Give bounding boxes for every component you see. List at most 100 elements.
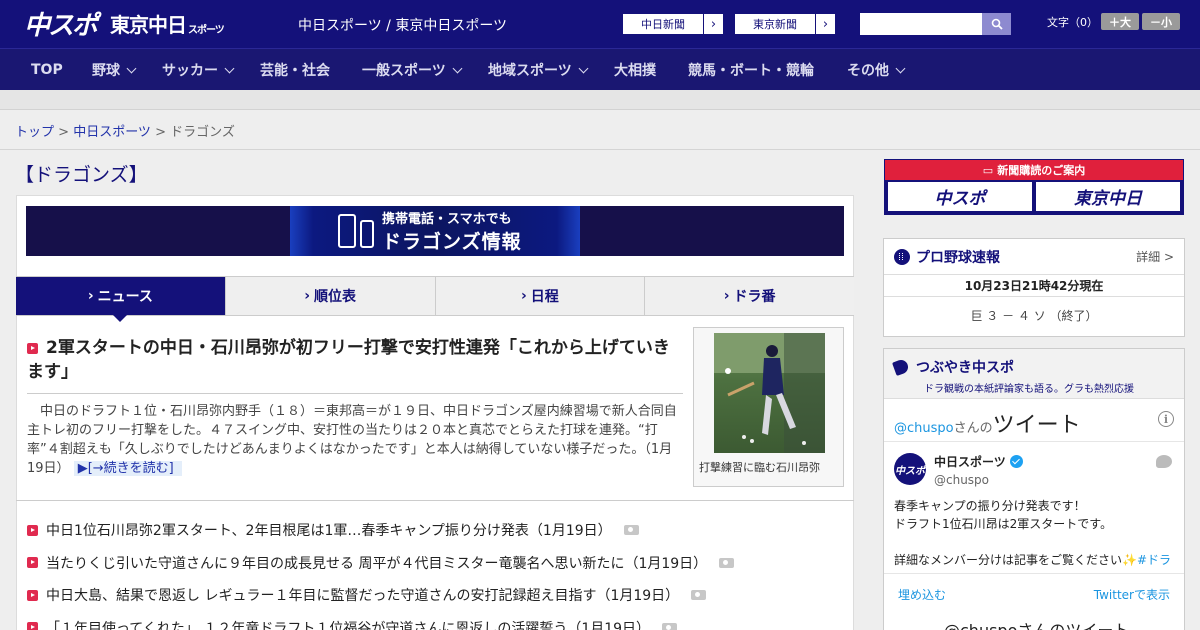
main-nav: TOP 野球 サッカー 芸能・社会 一般スポーツ 地域スポーツ 大相撲 競馬・ボ… bbox=[0, 48, 1200, 90]
tab-schedule[interactable]: › 日程 bbox=[435, 277, 646, 315]
chunichi-shimbun-button[interactable]: 中日新聞 › bbox=[622, 13, 724, 35]
news-headline: 中日大島、結果で恩返し レギュラー１年目に監督だった守道さんの安打記録超え目指す… bbox=[46, 588, 680, 605]
view-on-twitter-link[interactable]: Twitterで表示 bbox=[1094, 586, 1170, 603]
lead-article-body: 中日のドラフト１位・石川昂弥内野手（１８）＝東邦高＝が１９日、中日ドラゴンズ屋内… bbox=[27, 402, 683, 478]
lead-article-title[interactable]: 2軍スタートの中日・石川昂弥が初フリー打撃で安打性連発「これから上げていきます」 bbox=[27, 336, 683, 384]
subscription-banner[interactable]: ▭ 新聞購読のご案内 中スポ 東京中日 bbox=[884, 159, 1184, 215]
breadcrumb-top[interactable]: トップ bbox=[15, 125, 54, 140]
score-timestamp: 10月23日21時42分現在 bbox=[884, 275, 1184, 297]
nav-item-entertainment[interactable]: 芸能・社会 bbox=[260, 49, 330, 91]
font-smaller-button[interactable]: －小 bbox=[1142, 13, 1180, 30]
chevron-down-icon bbox=[895, 63, 906, 73]
divider bbox=[884, 441, 1184, 442]
site-links[interactable]: 中日スポーツ / 東京中日スポーツ bbox=[298, 15, 507, 35]
divider bbox=[27, 393, 683, 394]
game-result[interactable]: 巨 ３ － ４ ソ （終了） bbox=[884, 297, 1184, 335]
batter-photo-illustration bbox=[714, 333, 825, 453]
tweet-text: 春季キャンプの振り分け発表です！ ドラフト1位石川昂は2軍スタートです。 詳細な… bbox=[894, 497, 1178, 569]
list-item[interactable]: 当たりくじ引いた守道さんに９年目の成長見せる 周平が４代目ミスター竜襲名へ思い新… bbox=[27, 547, 837, 580]
breadcrumb-sep: > bbox=[54, 125, 74, 140]
breadcrumb-sep: > bbox=[150, 125, 171, 140]
chevron-right-icon: › bbox=[703, 14, 723, 34]
nav-item-other[interactable]: その他 bbox=[847, 49, 906, 91]
breadcrumb-chunichi-sports[interactable]: 中日スポーツ bbox=[73, 125, 151, 140]
tokyo-shimbun-button[interactable]: 東京新聞 › bbox=[734, 13, 836, 35]
nav-item-racing[interactable]: 競馬・ボート・競輪 bbox=[688, 49, 814, 91]
nav-label: 大相撲 bbox=[614, 63, 656, 79]
tokyo-logo-text: 東京中日 bbox=[110, 13, 187, 37]
search-button[interactable] bbox=[982, 13, 1011, 35]
nav-label: 芸能・社会 bbox=[260, 63, 330, 79]
banner-line1: 携帯電話・スマホでも bbox=[382, 212, 512, 227]
tokyo-chunichi-subscribe-logo[interactable]: 東京中日 bbox=[1036, 182, 1180, 211]
twitter-title: つぶやき中スポ bbox=[892, 357, 1174, 377]
timeline-handle[interactable]: @chuspo bbox=[894, 421, 954, 436]
camera-icon bbox=[662, 622, 678, 630]
page-title: 【ドラゴンズ】 bbox=[15, 164, 148, 186]
tab-label: ドラ番 bbox=[733, 289, 776, 305]
twitter-widget: つぶやき中スポ ドラ観戦の本紙評論家も語る。グラも熱烈応援 @chuspo さんの… bbox=[883, 348, 1185, 630]
nav-label: 一般スポーツ bbox=[362, 63, 446, 79]
chuspo-logo[interactable]: 中スポ bbox=[24, 8, 98, 41]
tweet-username[interactable]: @chuspo bbox=[934, 473, 989, 487]
nav-label: 競馬・ボート・競輪 bbox=[688, 63, 814, 79]
site-header: 中スポ 東京中日 スポーツ 中日スポーツ / 東京中日スポーツ 中日新聞 › 東… bbox=[0, 0, 1200, 48]
chevron-down-icon bbox=[578, 63, 589, 73]
bullet-arrow-icon bbox=[27, 524, 38, 536]
list-item[interactable]: 「１年目使ってくれた」 １２年竜ドラフト１位福谷が守道さんに恩返しの活躍誓う（1… bbox=[27, 612, 837, 630]
tab-doraban[interactable]: › ドラ番 bbox=[645, 277, 854, 315]
info-icon[interactable]: i bbox=[1158, 411, 1174, 427]
tab-standings[interactable]: › 順位表 bbox=[225, 277, 436, 315]
caret-right-icon: › bbox=[87, 288, 94, 304]
nav-label: 地域スポーツ bbox=[488, 63, 572, 79]
baseball-score-widget: プロ野球速報 詳細 > 10月23日21時42分現在 巨 ３ － ４ ソ （終了… bbox=[883, 238, 1185, 337]
chuspo-subscribe-logo[interactable]: 中スポ bbox=[888, 182, 1032, 211]
list-item[interactable]: 中日大島、結果で恩返し レギュラー１年目に監督だった守道さんの安打記録超え目指す… bbox=[27, 579, 837, 612]
nav-item-general-sports[interactable]: 一般スポーツ bbox=[362, 49, 463, 91]
bullet-arrow-icon bbox=[27, 589, 38, 601]
news-headline: 中日1位石川昂弥2軍スタート、2年目根尾は1軍…春季キャンプ振り分け発表（1月1… bbox=[46, 523, 612, 540]
news-headline: 当たりくじ引いた守道さんに９年目の成長見せる 周平が４代目ミスター竜襲名へ思い新… bbox=[46, 555, 708, 572]
newspaper-icon: ▭ bbox=[982, 163, 994, 177]
tokyo-shimbun-label: 東京新聞 bbox=[753, 18, 797, 31]
search-icon bbox=[991, 18, 1003, 30]
tweet-timeline-head: @chuspo さんの ツイート i bbox=[894, 407, 1174, 438]
tab-label: ニュース bbox=[97, 289, 153, 305]
main-panel: 携帯電話・スマホでも ドラゴンズ情報 › ニュース › 順位表 › 日程 › ドラ番 2… bbox=[16, 195, 854, 630]
twitter-bird-icon[interactable] bbox=[1156, 455, 1172, 468]
tokyo-chunichi-logo[interactable]: 東京中日 スポーツ bbox=[110, 10, 225, 38]
tweet-hashtag[interactable]: #ドラ bbox=[1137, 553, 1171, 567]
tab-news[interactable]: › ニュース bbox=[16, 277, 226, 322]
banner-text: 携帯電話・スマホでも ドラゴンズ情報 bbox=[382, 208, 522, 254]
camera-icon bbox=[623, 525, 639, 536]
caret-right-icon: › bbox=[304, 288, 311, 304]
avatar[interactable]: 中スポ bbox=[894, 453, 926, 485]
baseball-icon bbox=[894, 248, 910, 265]
chunichi-shimbun-label: 中日新聞 bbox=[641, 18, 685, 31]
timeline-san-no: さんの bbox=[953, 421, 993, 436]
nav-item-top[interactable]: TOP bbox=[31, 49, 63, 91]
font-larger-button[interactable]: ＋大 bbox=[1101, 13, 1139, 30]
score-header: プロ野球速報 詳細 > bbox=[884, 239, 1184, 275]
tab-label: 順位表 bbox=[314, 289, 357, 305]
subscription-title: 新聞購読のご案内 bbox=[997, 164, 1086, 177]
mobile-banner-inner: 携帯電話・スマホでも ドラゴンズ情報 bbox=[290, 206, 580, 256]
nav-item-sumo[interactable]: 大相撲 bbox=[614, 49, 656, 91]
nav-item-local-sports[interactable]: 地域スポーツ bbox=[488, 49, 589, 91]
search-input[interactable] bbox=[860, 13, 982, 35]
camera-icon bbox=[691, 590, 707, 601]
nav-item-soccer[interactable]: サッカー bbox=[162, 49, 235, 91]
score-details-link[interactable]: 詳細 > bbox=[1136, 248, 1174, 265]
tweet-author[interactable]: 中日スポーツ bbox=[934, 453, 1023, 470]
tweet-author-name: 中日スポーツ bbox=[934, 455, 1006, 469]
divider bbox=[16, 500, 854, 501]
chevron-down-icon bbox=[452, 63, 463, 73]
list-item[interactable]: 中日1位石川昂弥2軍スタート、2年目根尾は1軍…春季キャンプ振り分け発表（1月1… bbox=[27, 514, 837, 547]
nav-item-baseball[interactable]: 野球 bbox=[92, 49, 137, 91]
mobile-banner[interactable]: 携帯電話・スマホでも ドラゴンズ情報 bbox=[26, 206, 844, 256]
lead-photo-box[interactable]: 打撃練習に臨む石川昂弥 bbox=[693, 327, 844, 487]
read-more-link[interactable]: ▶[→続きを読む] bbox=[73, 461, 182, 476]
bullet-arrow-icon bbox=[27, 622, 38, 630]
breadcrumb: トップ > 中日スポーツ > ドラゴンズ bbox=[15, 121, 235, 140]
embed-link[interactable]: 埋め込む bbox=[898, 586, 946, 603]
